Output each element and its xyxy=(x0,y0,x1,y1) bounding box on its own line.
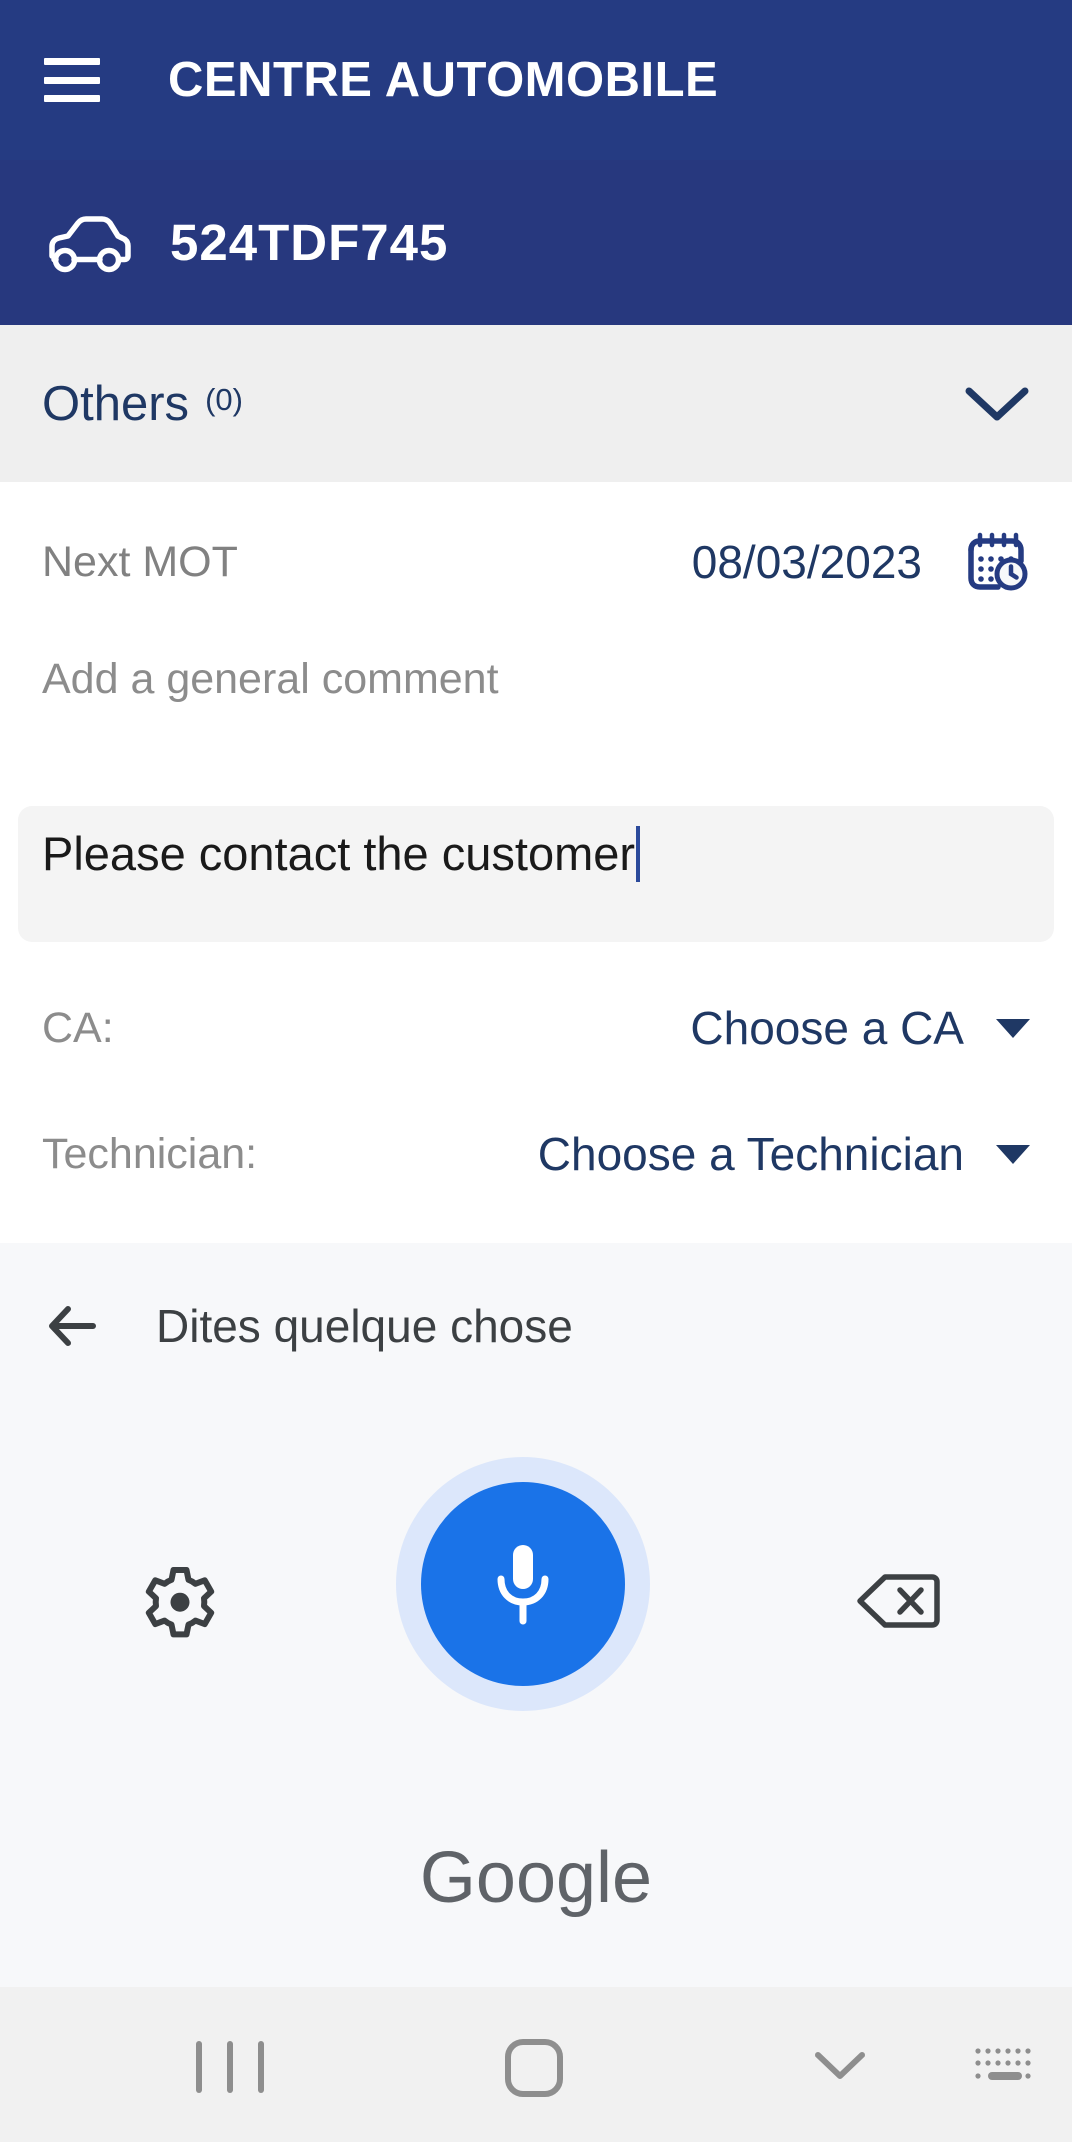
hamburger-bar xyxy=(44,58,100,65)
ca-select-row[interactable]: CA: Choose a CA xyxy=(0,980,1072,1076)
car-icon xyxy=(42,212,132,274)
phone-screen: CENTRE AUTOMOBILE 524TDF745 Others (0) N… xyxy=(0,0,1072,2142)
arrow-left-icon[interactable] xyxy=(32,1286,112,1366)
chevron-down-icon[interactable] xyxy=(812,2047,868,2083)
others-accordion-count: (0) xyxy=(205,381,243,417)
recents-icon[interactable] xyxy=(196,2041,264,2093)
system-navigation-bar xyxy=(0,1987,1072,2142)
next-mot-row: Next MOT 08/03/2023 xyxy=(0,508,1072,616)
technician-label: Technician: xyxy=(42,1129,258,1178)
next-mot-label: Next MOT xyxy=(42,537,238,586)
recents-bar xyxy=(227,2041,233,2093)
ca-select-value: Choose a CA xyxy=(690,1002,964,1054)
keyboard-icon[interactable] xyxy=(972,2045,1038,2089)
comment-input-value: Please contact the customer xyxy=(42,827,636,880)
hamburger-menu-icon[interactable] xyxy=(44,58,100,102)
home-icon[interactable] xyxy=(505,2039,563,2097)
google-brand-logo: Google xyxy=(0,1838,1072,1929)
vehicle-plate-number: 524TDF745 xyxy=(170,214,449,271)
technician-select-row[interactable]: Technician: Choose a Technician xyxy=(0,1106,1072,1202)
comment-field-label: Add a general comment xyxy=(42,655,499,703)
voice-controls-row xyxy=(0,1453,1072,1773)
vehicle-plate-bar[interactable]: 524TDF745 xyxy=(0,160,1072,325)
text-cursor xyxy=(636,826,641,882)
comment-input[interactable]: Please contact the customer xyxy=(18,806,1054,942)
hamburger-bar xyxy=(44,76,100,84)
others-accordion-header[interactable]: Others (0) xyxy=(0,325,1072,482)
hamburger-bar xyxy=(44,95,100,102)
gear-icon[interactable] xyxy=(138,1561,222,1645)
backspace-delete-icon[interactable] xyxy=(856,1565,940,1637)
chevron-down-icon[interactable] xyxy=(964,384,1030,424)
technician-select-value: Choose a Technician xyxy=(537,1128,964,1180)
caret-down-icon[interactable] xyxy=(996,1144,1030,1164)
vehicle-form: Next MOT 08/03/2023 Add a general commen… xyxy=(0,482,1072,1243)
caret-down-icon[interactable] xyxy=(996,1018,1030,1038)
voice-prompt-text: Dites quelque chose xyxy=(156,1299,573,1352)
voice-panel-header: Dites quelque chose xyxy=(0,1243,1072,1408)
calendar-clock-icon[interactable] xyxy=(962,528,1030,596)
page-title: CENTRE AUTOMOBILE xyxy=(168,53,719,107)
recents-bar xyxy=(196,2041,202,2093)
app-bar: CENTRE AUTOMOBILE xyxy=(0,0,1072,160)
ca-label: CA: xyxy=(42,1003,114,1052)
microphone-icon[interactable] xyxy=(421,1482,625,1686)
next-mot-date-value[interactable]: 08/03/2023 xyxy=(692,535,922,589)
recents-bar xyxy=(258,2041,264,2093)
google-voice-input-panel: Dites quelque chose Google xyxy=(0,1243,1072,1987)
others-accordion-title: Others xyxy=(42,376,190,431)
google-wordmark-text: Google xyxy=(420,1838,652,1918)
